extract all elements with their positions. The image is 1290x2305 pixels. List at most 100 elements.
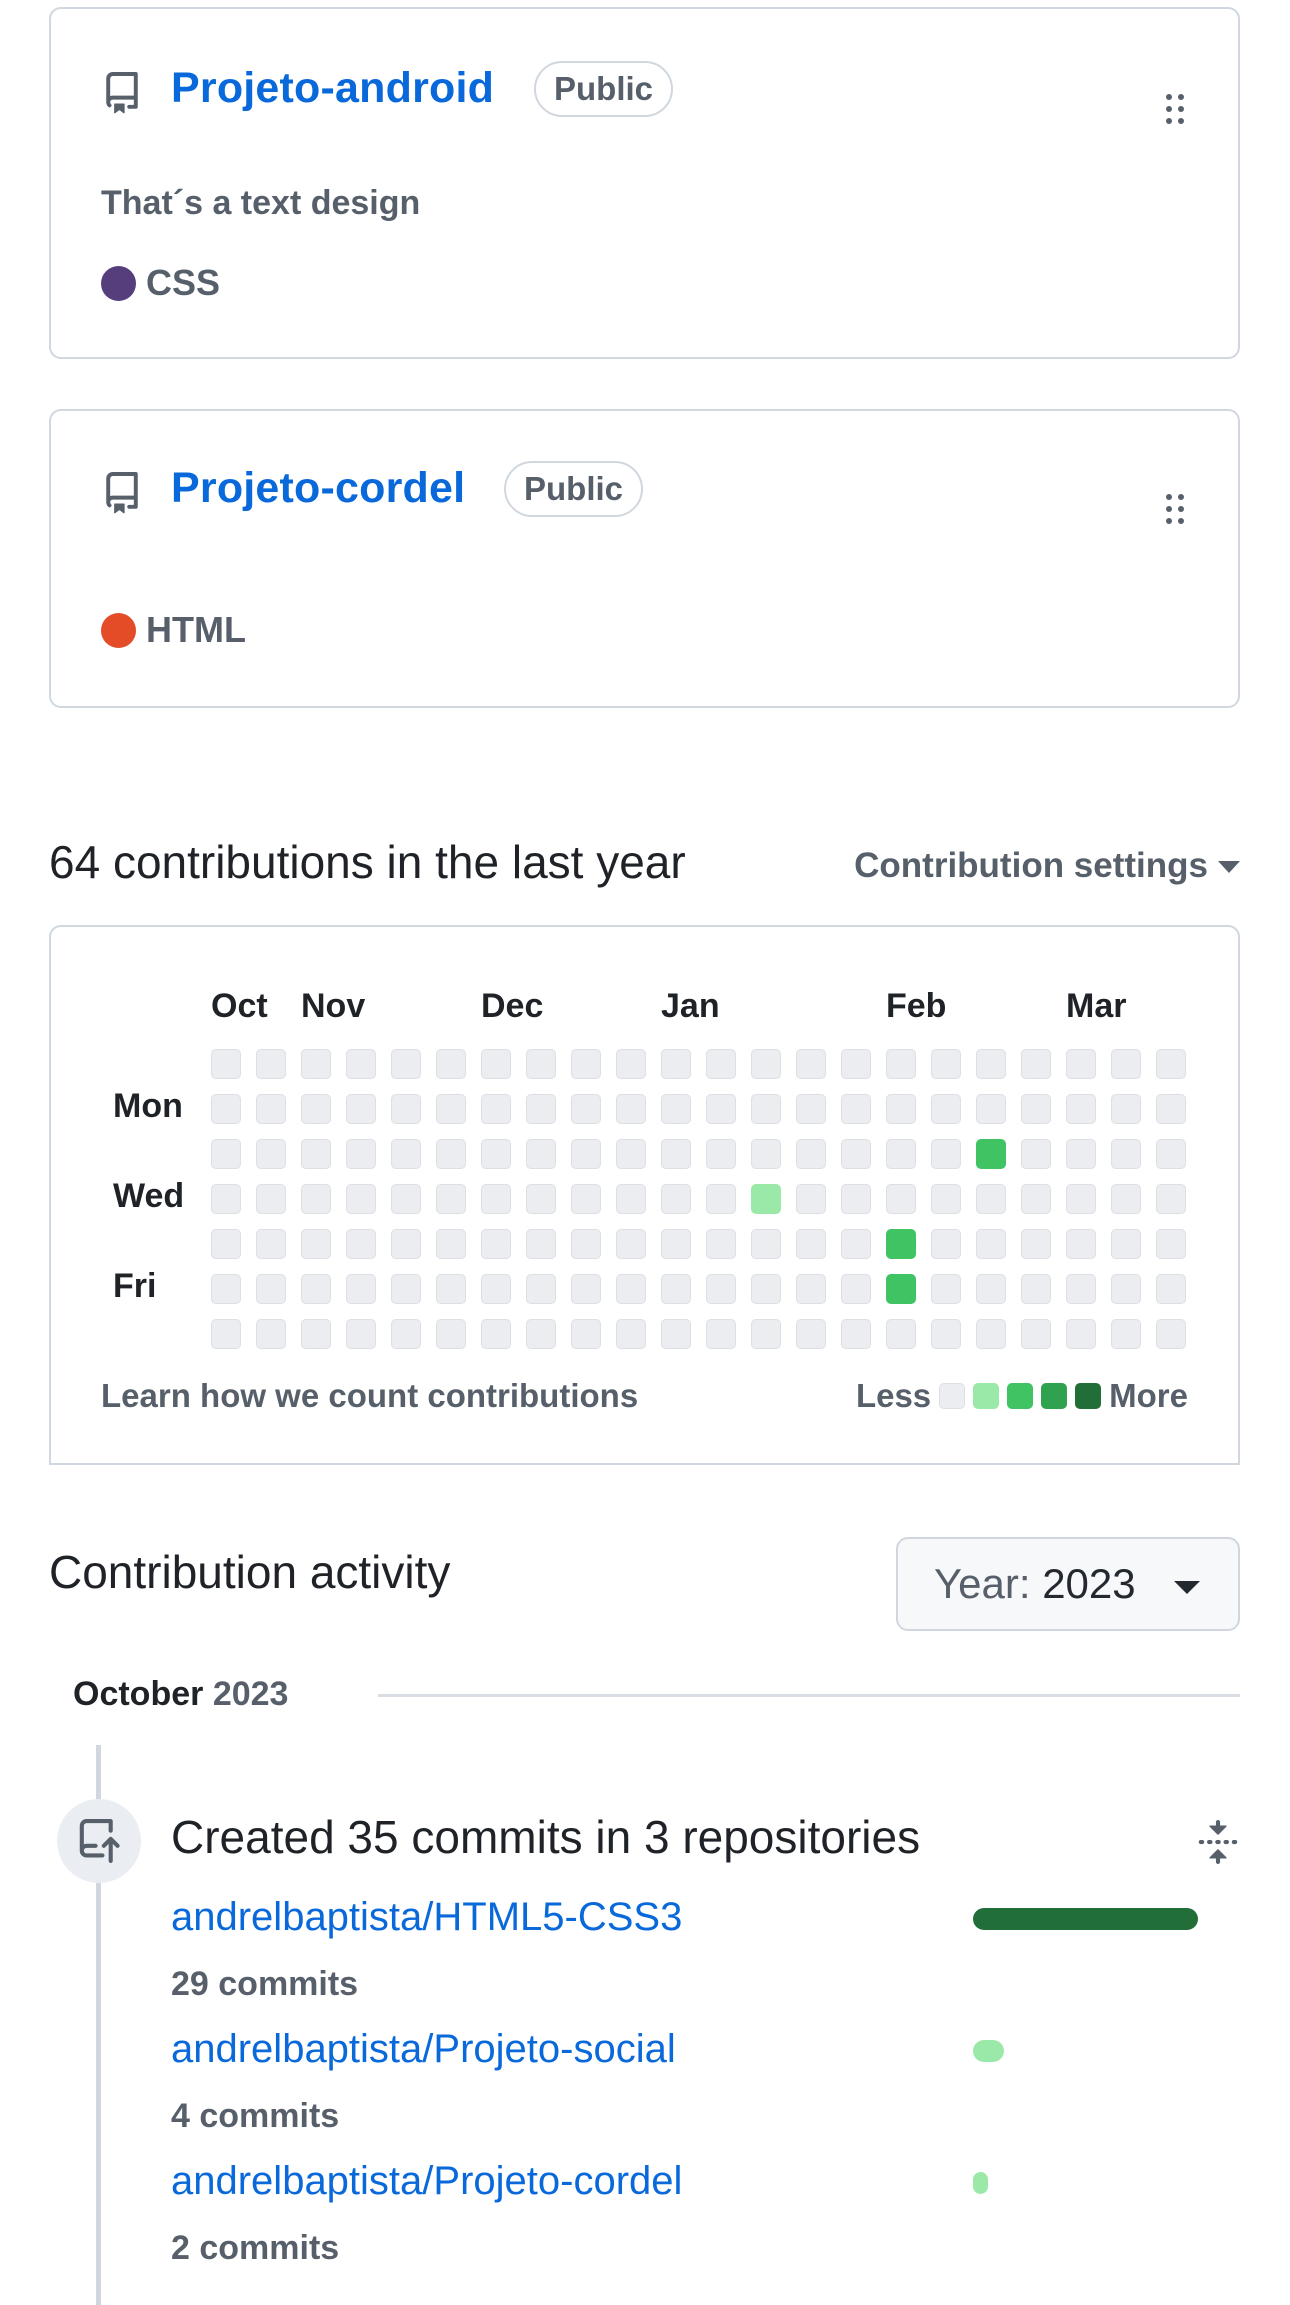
contribution-day-cell[interactable] (661, 1184, 691, 1214)
contribution-day-cell[interactable] (211, 1094, 241, 1124)
contribution-day-cell[interactable] (301, 1049, 331, 1079)
contribution-day-cell[interactable] (571, 1184, 601, 1214)
contribution-day-cell[interactable] (751, 1184, 781, 1214)
contribution-day-cell[interactable] (346, 1049, 376, 1079)
contribution-day-cell[interactable] (346, 1094, 376, 1124)
contribution-day-cell[interactable] (211, 1274, 241, 1304)
contribution-day-cell[interactable] (931, 1184, 961, 1214)
contribution-settings-dropdown[interactable]: Contribution settings (854, 846, 1240, 886)
contribution-day-cell[interactable] (616, 1274, 646, 1304)
fold-icon[interactable] (1196, 1818, 1240, 1866)
contribution-day-cell[interactable] (571, 1229, 601, 1259)
activity-repo-link[interactable]: andrelbaptista/HTML5-CSS3 (171, 1895, 682, 1940)
contribution-day-cell[interactable] (1111, 1049, 1141, 1079)
contribution-day-cell[interactable] (436, 1229, 466, 1259)
contribution-day-cell[interactable] (481, 1094, 511, 1124)
contribution-day-cell[interactable] (1066, 1229, 1096, 1259)
contribution-day-cell[interactable] (571, 1049, 601, 1079)
learn-contributions-link[interactable]: Learn how we count contributions (101, 1377, 638, 1415)
contribution-day-cell[interactable] (886, 1139, 916, 1169)
contribution-day-cell[interactable] (211, 1049, 241, 1079)
contribution-day-cell[interactable] (256, 1319, 286, 1349)
contribution-day-cell[interactable] (751, 1049, 781, 1079)
contribution-day-cell[interactable] (481, 1139, 511, 1169)
contribution-day-cell[interactable] (526, 1049, 556, 1079)
contribution-day-cell[interactable] (1021, 1094, 1051, 1124)
contribution-day-cell[interactable] (751, 1319, 781, 1349)
contribution-day-cell[interactable] (661, 1139, 691, 1169)
contribution-day-cell[interactable] (1111, 1229, 1141, 1259)
contribution-day-cell[interactable] (301, 1139, 331, 1169)
contribution-day-cell[interactable] (751, 1139, 781, 1169)
contribution-day-cell[interactable] (526, 1094, 556, 1124)
contribution-day-cell[interactable] (346, 1139, 376, 1169)
contribution-day-cell[interactable] (931, 1094, 961, 1124)
contribution-day-cell[interactable] (391, 1274, 421, 1304)
contribution-day-cell[interactable] (796, 1319, 826, 1349)
contribution-day-cell[interactable] (796, 1094, 826, 1124)
contribution-day-cell[interactable] (1111, 1274, 1141, 1304)
contribution-day-cell[interactable] (436, 1094, 466, 1124)
contribution-day-cell[interactable] (211, 1229, 241, 1259)
contribution-day-cell[interactable] (1111, 1094, 1141, 1124)
contribution-day-cell[interactable] (796, 1139, 826, 1169)
contribution-day-cell[interactable] (526, 1139, 556, 1169)
contribution-day-cell[interactable] (796, 1184, 826, 1214)
contribution-day-cell[interactable] (706, 1049, 736, 1079)
contribution-day-cell[interactable] (841, 1094, 871, 1124)
contribution-day-cell[interactable] (1066, 1049, 1096, 1079)
contribution-day-cell[interactable] (346, 1274, 376, 1304)
contribution-day-cell[interactable] (976, 1274, 1006, 1304)
contribution-day-cell[interactable] (1156, 1319, 1186, 1349)
contribution-day-cell[interactable] (796, 1049, 826, 1079)
contribution-day-cell[interactable] (256, 1184, 286, 1214)
contribution-day-cell[interactable] (1066, 1094, 1096, 1124)
contribution-day-cell[interactable] (526, 1274, 556, 1304)
contribution-day-cell[interactable] (571, 1094, 601, 1124)
contribution-day-cell[interactable] (886, 1274, 916, 1304)
contribution-day-cell[interactable] (661, 1229, 691, 1259)
contribution-day-cell[interactable] (976, 1139, 1006, 1169)
contribution-day-cell[interactable] (481, 1229, 511, 1259)
contribution-day-cell[interactable] (976, 1319, 1006, 1349)
contribution-day-cell[interactable] (211, 1139, 241, 1169)
contribution-day-cell[interactable] (616, 1184, 646, 1214)
contribution-day-cell[interactable] (661, 1094, 691, 1124)
contribution-day-cell[interactable] (796, 1274, 826, 1304)
activity-repo-link[interactable]: andrelbaptista/Projeto-social (171, 2027, 676, 2072)
contribution-day-cell[interactable] (391, 1094, 421, 1124)
contribution-day-cell[interactable] (571, 1319, 601, 1349)
contribution-day-cell[interactable] (661, 1049, 691, 1079)
contribution-day-cell[interactable] (931, 1229, 961, 1259)
contribution-day-cell[interactable] (706, 1094, 736, 1124)
contribution-day-cell[interactable] (931, 1049, 961, 1079)
contribution-day-cell[interactable] (796, 1229, 826, 1259)
drag-handle-icon[interactable] (1158, 82, 1198, 142)
contribution-day-cell[interactable] (391, 1184, 421, 1214)
contribution-day-cell[interactable] (256, 1274, 286, 1304)
contribution-day-cell[interactable] (661, 1319, 691, 1349)
contribution-day-cell[interactable] (481, 1319, 511, 1349)
contribution-day-cell[interactable] (841, 1229, 871, 1259)
contribution-day-cell[interactable] (1021, 1274, 1051, 1304)
contribution-day-cell[interactable] (616, 1094, 646, 1124)
contribution-day-cell[interactable] (346, 1319, 376, 1349)
contribution-day-cell[interactable] (391, 1139, 421, 1169)
contribution-day-cell[interactable] (886, 1094, 916, 1124)
contribution-day-cell[interactable] (976, 1049, 1006, 1079)
contribution-day-cell[interactable] (1021, 1184, 1051, 1214)
year-select-button[interactable]: Year: 2023 (896, 1537, 1240, 1631)
contribution-day-cell[interactable] (256, 1094, 286, 1124)
contribution-day-cell[interactable] (301, 1274, 331, 1304)
activity-repo-link[interactable]: andrelbaptista/Projeto-cordel (171, 2159, 682, 2204)
contribution-day-cell[interactable] (436, 1049, 466, 1079)
contribution-day-cell[interactable] (301, 1094, 331, 1124)
contribution-day-cell[interactable] (1066, 1274, 1096, 1304)
contribution-day-cell[interactable] (751, 1274, 781, 1304)
contribution-day-cell[interactable] (436, 1184, 466, 1214)
contribution-day-cell[interactable] (571, 1139, 601, 1169)
contribution-day-cell[interactable] (346, 1184, 376, 1214)
contribution-day-cell[interactable] (256, 1139, 286, 1169)
contribution-day-cell[interactable] (391, 1319, 421, 1349)
contribution-day-cell[interactable] (1066, 1139, 1096, 1169)
